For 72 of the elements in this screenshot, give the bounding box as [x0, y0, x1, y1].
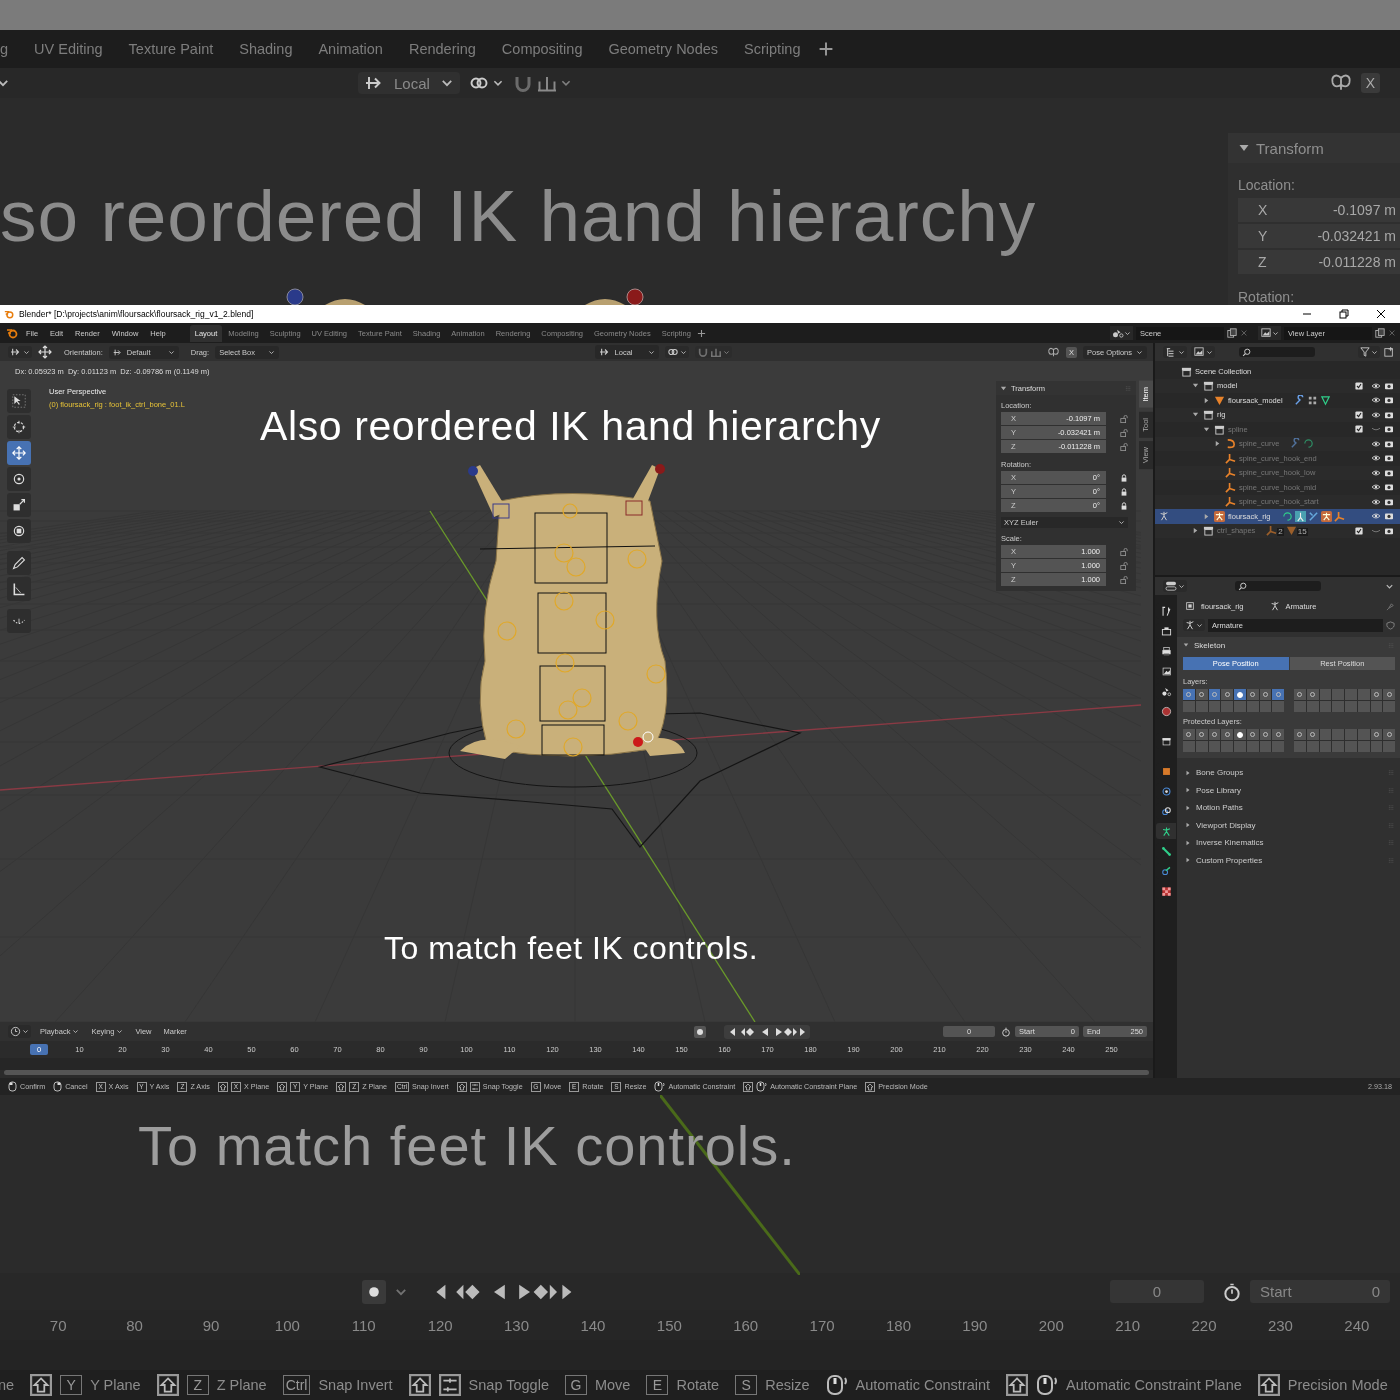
frame-number: 70	[48, 1316, 68, 1334]
mirror-x-toggle[interactable]: X	[1360, 73, 1380, 93]
axis-label: Y	[1258, 228, 1269, 244]
status-hint: Snap Invert	[318, 1377, 393, 1393]
field-value: -0.011228 m	[1318, 254, 1396, 270]
status-hint: Snap Toggle	[468, 1377, 549, 1393]
workspace-tab[interactable]: Texture Paint	[118, 36, 224, 62]
frame-number: 190	[961, 1316, 989, 1334]
panel-title[interactable]: Bone Groups	[1196, 768, 1244, 778]
frame-number: 180	[884, 1316, 912, 1334]
panel-title[interactable]: Skeleton	[1194, 640, 1226, 650]
item-count: 15	[1296, 528, 1308, 537]
number-field[interactable]: Y -0.032421 m	[1238, 224, 1400, 248]
caption-text: Also reordered IK hand hierarchy	[260, 403, 881, 450]
panel-title[interactable]: Motion Paths	[1196, 803, 1243, 813]
frame-number: 220	[1190, 1316, 1218, 1334]
dropdown-label: Local	[394, 74, 431, 92]
item-count: 2	[1277, 528, 1284, 537]
key-cap: Y	[60, 1375, 83, 1395]
frame-number: 240	[1343, 1316, 1371, 1334]
frame-number: 200	[1037, 1316, 1065, 1334]
frame-number: 130	[503, 1316, 531, 1334]
status-hint: Move	[594, 1377, 631, 1393]
panel-title[interactable]: Viewport Display	[1196, 820, 1256, 830]
frame-number: 120	[426, 1316, 454, 1334]
axis-label: X	[1258, 202, 1269, 218]
field-value: -0.1097 m	[1332, 202, 1396, 218]
key-cap: Z	[186, 1375, 209, 1395]
workspace-tab[interactable]: Animation	[308, 36, 393, 62]
frame-number: 170	[808, 1316, 836, 1334]
workspace-tab[interactable]: Rendering	[398, 36, 486, 62]
status-hint: Automatic Constraint	[855, 1377, 991, 1393]
status-hint: Rotate	[676, 1377, 720, 1393]
frame-number: 160	[732, 1316, 760, 1334]
panel-title[interactable]: Custom Properties	[1196, 855, 1263, 865]
pivot-dropdown[interactable]: Local	[358, 72, 460, 94]
workspace-tab[interactable]: Scripting	[734, 36, 811, 62]
workspace-tab[interactable]: g	[0, 36, 19, 62]
current-frame-field[interactable]: 0	[1110, 1280, 1204, 1303]
key-cap: E	[646, 1375, 669, 1395]
panel-title[interactable]: Pose Library	[1196, 785, 1241, 795]
caption-text: so reordered IK hand hierarchy	[0, 174, 1037, 257]
frame-number: 110	[350, 1316, 377, 1334]
workspace-tab[interactable]: UV Editing	[24, 36, 113, 62]
frame-number: 140	[579, 1316, 607, 1334]
workspace-tab[interactable]: Compositing	[491, 36, 593, 62]
number-field[interactable]: Z -0.011228 m	[1238, 250, 1400, 274]
status-hint: Automatic Constraint Plane	[1066, 1377, 1242, 1393]
key-cap: Ctrl	[282, 1375, 311, 1395]
frame-number: 90	[201, 1316, 221, 1334]
workspace-tab[interactable]: Geometry Nodes	[598, 36, 729, 62]
key-cap: G	[564, 1375, 587, 1395]
frame-number: 230	[1266, 1316, 1294, 1334]
status-hint: Precision Mode	[1287, 1377, 1388, 1393]
field-label: Location:	[1237, 176, 1296, 195]
panel-title[interactable]: Inverse Kinematics	[1196, 838, 1264, 848]
caption-text: To match feet IK controls.	[384, 930, 759, 967]
workspace-tab[interactable]: Shading	[229, 36, 303, 62]
status-hint: Z Plane	[216, 1377, 267, 1393]
status-hint: Y Plane	[90, 1377, 141, 1393]
field-label: Rotation:	[1237, 288, 1296, 305]
frame-number: 80	[125, 1316, 144, 1334]
frame-number: 210	[1114, 1316, 1142, 1334]
status-hint: Resize	[765, 1377, 810, 1393]
frame-number: 150	[655, 1316, 683, 1334]
number-field[interactable]: X -0.1097 m	[1238, 198, 1400, 222]
axis-label: Z	[1258, 254, 1268, 270]
frame-number: 100	[273, 1316, 301, 1334]
field-value: -0.032421 m	[1317, 228, 1396, 244]
key-cap: S	[735, 1375, 758, 1395]
start-frame-field[interactable]: Start 0	[1250, 1280, 1390, 1303]
window-title: Blender* [D:\projects\anim\floursack\floursack_rig_v1_2.blend]	[19, 309, 254, 319]
